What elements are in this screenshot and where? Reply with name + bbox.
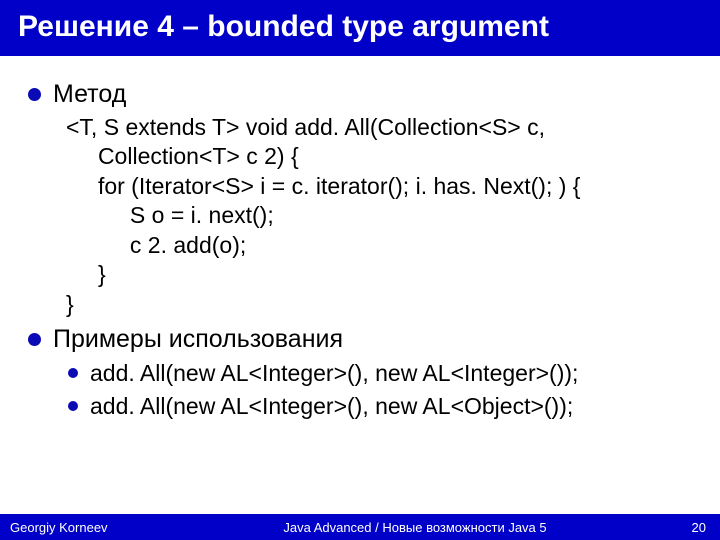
bullet-icon [68,401,78,411]
slide-footer: Georgiy Korneev Java Advanced / Новые во… [0,514,720,540]
bullet-icon [28,333,41,346]
code-block: <T, S extends T> void add. All(Collectio… [66,113,692,319]
footer-author: Georgiy Korneev [0,520,160,535]
example-item: add. All(new AL<Integer>(), new AL<Integ… [68,360,692,387]
bullet-icon [68,368,78,378]
bullet-examples: Примеры использования [28,325,692,354]
footer-course: Java Advanced / Новые возможности Java 5 [160,520,670,535]
slide-title: Решение 4 – bounded type argument [0,0,720,56]
slide-content: Метод <T, S extends T> void add. All(Col… [0,56,720,540]
example-text: add. All(new AL<Integer>(), new AL<Objec… [90,393,573,420]
example-item: add. All(new AL<Integer>(), new AL<Objec… [68,393,692,420]
bullet-icon [28,88,41,101]
bullet-method: Метод [28,80,692,109]
footer-page-number: 20 [670,520,720,535]
code-line: for (Iterator<S> i = c. iterator(); i. h… [66,172,692,201]
code-line: } [66,290,692,319]
bullet-examples-label: Примеры использования [53,325,343,354]
code-line: c 2. add(o); [66,231,692,260]
code-line: <T, S extends T> void add. All(Collectio… [66,113,692,142]
bullet-method-label: Метод [53,80,126,109]
code-line: } [66,260,692,289]
code-line: Collection<T> c 2) { [66,142,692,171]
code-line: S o = i. next(); [66,201,692,230]
slide: Решение 4 – bounded type argument Метод … [0,0,720,540]
example-text: add. All(new AL<Integer>(), new AL<Integ… [90,360,578,387]
